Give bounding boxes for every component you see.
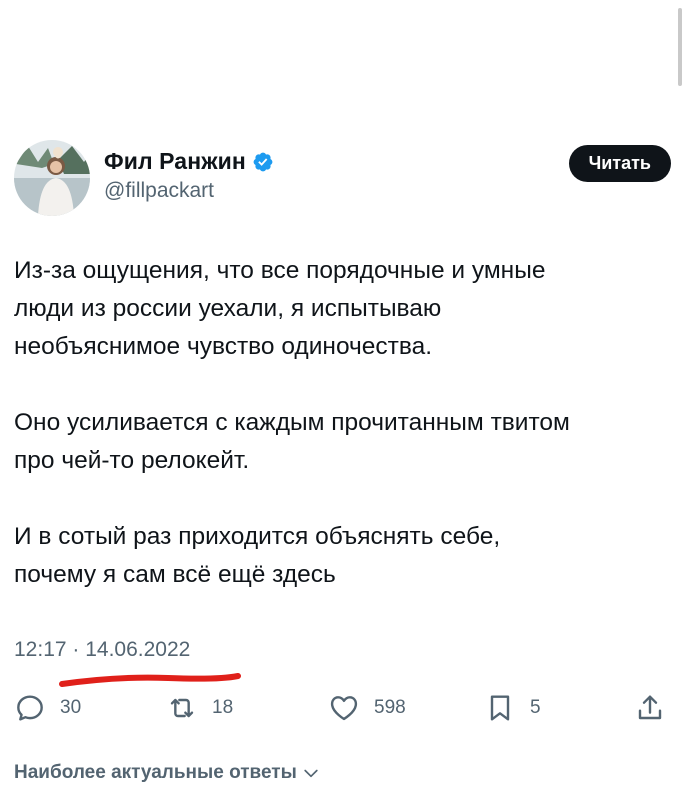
retweet-button[interactable]: 18 (166, 688, 233, 728)
display-name[interactable]: Фил Ранжин (104, 148, 246, 175)
chevron-down-icon (304, 769, 318, 778)
tweet-text: Из-за ощущения, что все порядочные и умн… (14, 252, 674, 632)
avatar-photo (14, 140, 90, 216)
tweet-paragraph: И в сотый раз приходится объяснять себе,… (14, 523, 501, 588)
reply-count: 30 (60, 697, 82, 718)
bookmark-button[interactable]: 5 (484, 688, 541, 728)
tweet-timestamp[interactable]: 12:17 · 14.06.2022 (14, 638, 190, 662)
follow-button[interactable]: Читать (568, 145, 671, 182)
display-name-row: Фил Ранжин (104, 148, 274, 175)
author-names: Фил Ранжин @fillpackart (104, 148, 274, 203)
author-row: Фил Ранжин @fillpackart Читать (14, 140, 674, 216)
reply-button[interactable]: 30 (14, 688, 81, 728)
bookmark-count: 5 (530, 697, 541, 718)
like-count: 598 (374, 697, 406, 718)
heart-icon (330, 696, 358, 721)
retweet-count: 18 (212, 697, 234, 718)
scroll-indicator[interactable] (678, 8, 682, 86)
tweet-paragraph: Оно усиливается с каждым прочитанным тви… (14, 409, 570, 474)
tweet-paragraph: Из-за ощущения, что все порядочные и умн… (14, 257, 546, 360)
verified-badge-icon (252, 151, 274, 173)
reply-icon (17, 695, 43, 721)
share-button[interactable] (634, 688, 666, 728)
tweet-page: Фил Ранжин @fillpackart Читать Из-за ощу… (0, 0, 689, 800)
action-bar: 30 18 598 5 (14, 688, 674, 728)
replies-sort-dropdown[interactable]: Наиболее актуальные ответы (14, 762, 321, 784)
share-icon (638, 695, 662, 720)
bookmark-icon (490, 695, 510, 721)
replies-sort-label: Наиболее актуальные ответы (14, 762, 297, 783)
retweet-icon (170, 698, 194, 718)
like-button[interactable]: 598 (328, 688, 406, 728)
avatar[interactable] (14, 140, 90, 216)
author-handle[interactable]: @fillpackart (104, 179, 274, 203)
